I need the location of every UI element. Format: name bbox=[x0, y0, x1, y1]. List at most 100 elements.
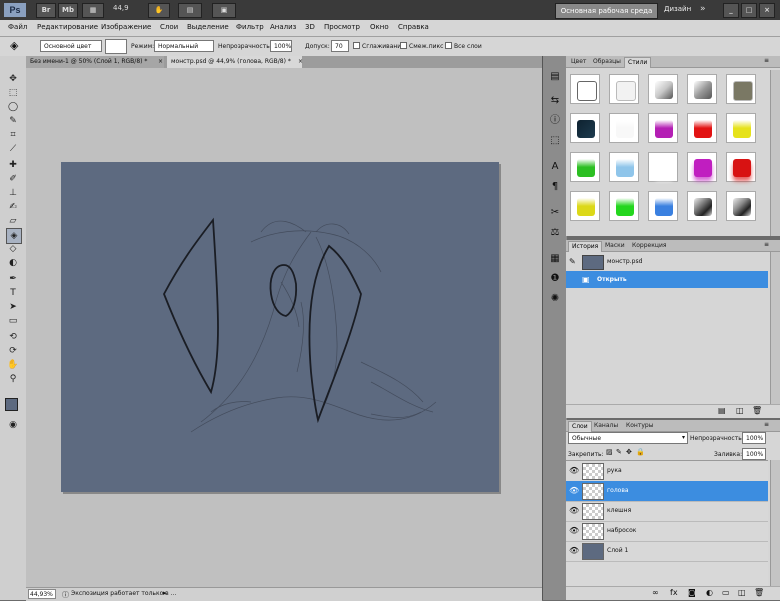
menu-file[interactable]: Файл bbox=[8, 23, 27, 31]
panel-menu-icon[interactable]: ≡ bbox=[764, 57, 769, 64]
fill-source-select[interactable]: Основной цвет bbox=[40, 40, 102, 52]
maximize-button[interactable]: □ bbox=[741, 3, 757, 18]
close-tab-icon[interactable]: × bbox=[298, 58, 303, 65]
layers-scrollbar[interactable] bbox=[770, 460, 780, 586]
tool-presets-icon[interactable]: ✂ bbox=[548, 206, 562, 220]
layer-row[interactable]: 👁 голова bbox=[566, 481, 768, 502]
info-panel-icon[interactable]: ⓘ bbox=[548, 114, 562, 128]
close-button[interactable]: × bbox=[759, 3, 775, 18]
eye-icon[interactable]: 👁 bbox=[569, 466, 579, 476]
menu-view[interactable]: Просмотр bbox=[324, 23, 360, 31]
hand-icon[interactable]: ✋ bbox=[148, 3, 170, 18]
eyedropper-tool-icon[interactable]: ⟋ bbox=[6, 142, 20, 156]
style-swatch[interactable] bbox=[570, 191, 600, 221]
contiguous-checkbox[interactable] bbox=[400, 42, 407, 49]
navigator-icon[interactable]: ⇆ bbox=[548, 94, 562, 108]
overflow-icon[interactable]: » bbox=[700, 4, 706, 14]
type-tool-icon[interactable]: T bbox=[6, 286, 20, 300]
mini-bridge-button[interactable]: Mb bbox=[58, 3, 78, 18]
layer-row[interactable]: 👁 клешня bbox=[566, 501, 768, 522]
lock-transparency-icon[interactable]: ▨ bbox=[606, 448, 613, 456]
tab-adjustments[interactable]: Коррекция bbox=[629, 241, 669, 251]
new-layer-icon[interactable]: ◫ bbox=[738, 588, 746, 597]
menu-analysis[interactable]: Анализ bbox=[270, 23, 296, 31]
lock-all-icon[interactable]: 🔒 bbox=[636, 448, 645, 456]
history-scrollbar[interactable] bbox=[770, 252, 780, 404]
3d-rotate-tool-icon[interactable]: ⟲ bbox=[6, 330, 20, 344]
blend-mode-select[interactable]: Нормальный bbox=[154, 40, 214, 52]
menu-help[interactable]: Справка bbox=[398, 23, 429, 31]
eraser-tool-icon[interactable]: ▱ bbox=[6, 214, 20, 228]
style-swatch[interactable] bbox=[570, 113, 600, 143]
minimize-button[interactable]: _ bbox=[723, 3, 739, 18]
layer-row[interactable]: 👁 Слой 1 bbox=[566, 541, 768, 562]
lock-pixels-icon[interactable]: ✎ bbox=[616, 448, 622, 456]
style-swatch[interactable] bbox=[648, 113, 678, 143]
brush-tool-icon[interactable]: ✐ bbox=[6, 172, 20, 186]
menu-layers[interactable]: Слои bbox=[160, 23, 178, 31]
histogram-icon[interactable]: ▤ bbox=[548, 70, 562, 84]
style-swatch[interactable] bbox=[648, 191, 678, 221]
tab-untitled-1[interactable]: Без имени-1 @ 50% (Слой 1, RGB/8) * bbox=[26, 56, 164, 68]
style-swatch[interactable] bbox=[726, 74, 756, 104]
document-canvas[interactable] bbox=[61, 162, 499, 492]
bridge-button[interactable]: Br bbox=[36, 3, 56, 18]
adjustment-layer-icon[interactable]: ◐ bbox=[706, 588, 713, 597]
styles-scrollbar[interactable] bbox=[770, 70, 780, 236]
style-swatch[interactable] bbox=[609, 113, 639, 143]
lasso-tool-icon[interactable]: ◯ bbox=[6, 100, 20, 114]
hand-tool-icon[interactable]: ✋ bbox=[6, 358, 20, 372]
screen-mode-button[interactable]: ▣ bbox=[212, 3, 236, 18]
foreground-color-swatch[interactable] bbox=[5, 398, 18, 411]
actions-icon[interactable]: ⬚ bbox=[548, 134, 562, 148]
brushes-icon[interactable]: ✺ bbox=[548, 292, 562, 306]
history-brush-tool-icon[interactable]: ✍ bbox=[6, 200, 20, 214]
fill-field[interactable]: 100% bbox=[742, 448, 766, 460]
style-swatch[interactable] bbox=[726, 152, 756, 182]
antialias-checkbox[interactable] bbox=[353, 42, 360, 49]
menu-filter[interactable]: Фильтр bbox=[236, 23, 264, 31]
menu-edit[interactable]: Редактирование bbox=[37, 23, 98, 31]
pattern-picker[interactable] bbox=[105, 39, 127, 54]
info-icon[interactable]: ⓘ bbox=[62, 590, 69, 600]
delete-layer-icon[interactable]: 🗑 bbox=[754, 588, 764, 597]
style-swatch[interactable] bbox=[687, 113, 717, 143]
new-document-icon[interactable]: ▤ bbox=[718, 406, 726, 415]
layer-opacity-field[interactable]: 100% bbox=[742, 432, 766, 444]
character-icon[interactable]: A bbox=[548, 160, 562, 174]
menu-window[interactable]: Окно bbox=[370, 23, 389, 31]
notes-icon[interactable]: ❶ bbox=[548, 272, 562, 286]
tab-swatches[interactable]: Образцы bbox=[590, 57, 624, 67]
status-menu-arrow-icon[interactable]: ▸ bbox=[163, 589, 167, 597]
menu-select[interactable]: Выделение bbox=[187, 23, 229, 31]
menu-3d[interactable]: 3D bbox=[305, 23, 315, 31]
shape-tool-icon[interactable]: ▭ bbox=[6, 314, 20, 328]
eye-icon[interactable]: 👁 bbox=[569, 526, 579, 536]
style-swatch[interactable] bbox=[648, 74, 678, 104]
style-swatch[interactable] bbox=[609, 74, 639, 104]
tab-paths[interactable]: Контуры bbox=[623, 421, 656, 431]
tab-monster-psd[interactable]: монстр.psd @ 44,9% (голова, RGB/8) * bbox=[167, 56, 302, 68]
blur-tool-icon[interactable]: ◇ bbox=[6, 242, 20, 256]
paint-bucket-tool-icon[interactable]: ◈ bbox=[10, 39, 18, 52]
quick-select-tool-icon[interactable]: ✎ bbox=[6, 114, 20, 128]
layer-style-icon[interactable]: fx bbox=[670, 588, 678, 597]
workspace-button[interactable]: Основная рабочая среда bbox=[555, 3, 658, 19]
history-brush-source-icon[interactable]: ✎ bbox=[569, 253, 576, 270]
tab-color[interactable]: Цвет bbox=[568, 57, 589, 67]
tolerance-field[interactable]: 70 bbox=[331, 40, 349, 52]
lock-position-icon[interactable]: ✥ bbox=[626, 448, 632, 456]
style-swatch[interactable] bbox=[726, 191, 756, 221]
eye-icon[interactable]: 👁 bbox=[569, 486, 579, 496]
new-group-icon[interactable]: ▭ bbox=[722, 588, 730, 597]
layer-row[interactable]: 👁 набросок bbox=[566, 521, 768, 542]
clone-source-icon[interactable]: ⚖ bbox=[548, 226, 562, 240]
layer-mask-icon[interactable]: ◙ bbox=[688, 588, 696, 597]
path-select-tool-icon[interactable]: ➤ bbox=[6, 300, 20, 314]
style-swatch[interactable] bbox=[609, 191, 639, 221]
layer-comps-icon[interactable]: ▦ bbox=[548, 252, 562, 266]
close-tab-icon[interactable]: × bbox=[158, 58, 163, 65]
snapshot-icon[interactable]: ◫ bbox=[736, 406, 744, 415]
spot-heal-tool-icon[interactable]: ✚ bbox=[6, 158, 20, 172]
history-snapshot[interactable]: ✎ монстр.psd bbox=[566, 253, 768, 270]
